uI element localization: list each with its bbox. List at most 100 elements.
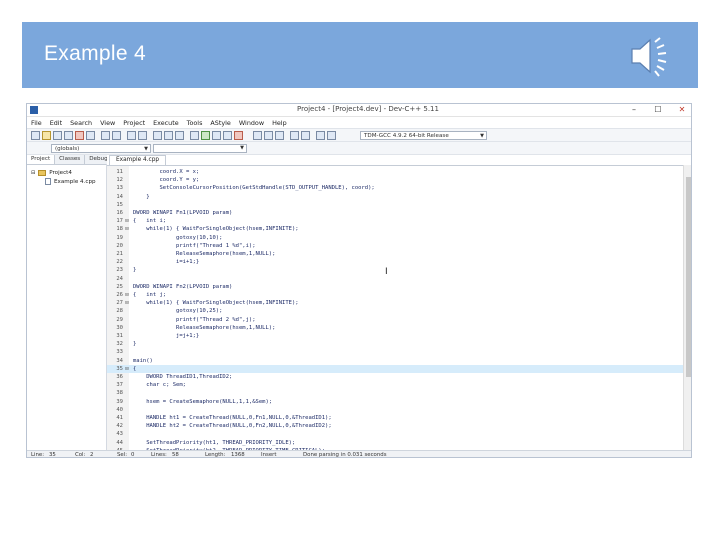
code-line[interactable]: 36 DWORD ThreadID1,ThreadID2;	[107, 373, 683, 381]
editor-tab[interactable]: Example 4.cpp	[109, 155, 167, 165]
function-select[interactable]: ▼	[153, 144, 247, 153]
line-number: 38	[116, 390, 123, 397]
menu-edit[interactable]: Edit	[50, 119, 62, 127]
menu-file[interactable]: File	[31, 119, 42, 127]
code-line[interactable]: 44 SetThreadPriority(ht1, THREAD_PRIORIT…	[107, 439, 683, 447]
code-line[interactable]: 24	[107, 275, 683, 283]
fold-toggle-icon[interactable]: ⊟	[124, 225, 130, 233]
collapse-icon[interactable]: ⊟	[31, 170, 35, 176]
menu-search[interactable]: Search	[70, 119, 92, 127]
chevron-down-icon: ▼	[240, 145, 244, 151]
tab-project[interactable]: Project	[27, 155, 56, 164]
code-line[interactable]: 18 ⊟ while(1) { WaitForSingleObject(hsem,…	[107, 225, 683, 233]
line-number: 22	[116, 259, 123, 266]
open-file-icon[interactable]	[42, 131, 51, 140]
maximize-button[interactable]: ☐	[653, 105, 663, 114]
code-line[interactable]: 30 ReleaseSemaphore(hsem,1,NULL);	[107, 324, 683, 332]
status-lines-value: 58	[172, 452, 179, 458]
code-line[interactable]: 17 ⊟{ int i;	[107, 217, 683, 225]
code-line[interactable]: 40	[107, 406, 683, 414]
menu-view[interactable]: View	[100, 119, 115, 127]
menu-window[interactable]: Window	[239, 119, 264, 127]
code-line[interactable]: 27 ⊟ while(1) { WaitForSingleObject(hsem,…	[107, 299, 683, 307]
code-line[interactable]: 21 ReleaseSemaphore(hsem,1,NULL);	[107, 250, 683, 258]
code-line[interactable]: 43	[107, 430, 683, 438]
code-line[interactable]: 42 HANDLE ht2 = CreateThread(NULL,0,Fn2,…	[107, 422, 683, 430]
bookmark-icon[interactable]	[175, 131, 184, 140]
code-line[interactable]: 20 printf("Thread 1 %d",i);	[107, 242, 683, 250]
undo-icon[interactable]	[101, 131, 110, 140]
rebuild-icon[interactable]	[223, 131, 232, 140]
code-line[interactable]: 28 gotoxy(10,25);	[107, 307, 683, 315]
menu-tools[interactable]: Tools	[187, 119, 203, 127]
code-line[interactable]: 12 coord.Y = y;	[107, 176, 683, 184]
menu-astyle[interactable]: AStyle	[210, 119, 230, 127]
menu-execute[interactable]: Execute	[153, 119, 179, 127]
fold-toggle-icon[interactable]: ⊟	[124, 365, 130, 373]
help-icon[interactable]	[327, 131, 336, 140]
fold-toggle-icon[interactable]: ⊟	[124, 217, 130, 225]
code-line[interactable]: 14 }	[107, 193, 683, 201]
compile-icon[interactable]	[190, 131, 199, 140]
code-line[interactable]: 22 i=i+1;}	[107, 258, 683, 266]
compiler-select[interactable]: TDM-GCC 4.9.2 64-bit Release ▼	[360, 131, 487, 140]
compile-run-icon[interactable]	[212, 131, 221, 140]
new-project-icon[interactable]	[253, 131, 262, 140]
fold-toggle-icon[interactable]: ⊟	[124, 299, 130, 307]
new-file-icon[interactable]	[31, 131, 40, 140]
code-line[interactable]: 29 printf("Thread 2 %d",j);	[107, 316, 683, 324]
class-icon[interactable]	[264, 131, 273, 140]
save-icon[interactable]	[53, 131, 62, 140]
code-line[interactable]: 38	[107, 389, 683, 397]
scope-select[interactable]: (globals) ▼	[51, 144, 151, 153]
menu-project[interactable]: Project	[123, 119, 145, 127]
tab-classes[interactable]: Classes	[55, 155, 86, 164]
speaker-icon[interactable]	[626, 33, 674, 79]
code-line[interactable]: 11 coord.X = x;	[107, 168, 683, 176]
code-line[interactable]: 25 DWORD WINAPI Fn2(LPVOID param)	[107, 283, 683, 291]
code-line[interactable]: 23}	[107, 266, 683, 274]
code-line[interactable]: 32}	[107, 340, 683, 348]
code-text: DWORD WINAPI Fn2(LPVOID param)	[133, 283, 233, 290]
project-options-icon[interactable]	[275, 131, 284, 140]
about-icon[interactable]	[316, 131, 325, 140]
code-line[interactable]: 39 hsem = CreateSemaphore(NULL,1,1,&Sem)…	[107, 398, 683, 406]
code-line[interactable]: 19 gotoxy(10,10);	[107, 234, 683, 242]
close-button[interactable]: ✕	[677, 105, 687, 114]
line-number: 41	[116, 415, 123, 421]
code-line[interactable]: 13 SetConsoleCursorPosition(GetStdHandle…	[107, 184, 683, 192]
code-text: {	[133, 365, 137, 372]
indent-icon[interactable]	[153, 131, 162, 140]
code-line[interactable]: 34 main()	[107, 357, 683, 365]
main-toolbar: TDM-GCC 4.9.2 64-bit Release ▼	[27, 128, 691, 142]
tree-item-project[interactable]: ⊟ Project4	[31, 168, 102, 177]
run-icon[interactable]	[201, 131, 210, 140]
file-icon	[45, 178, 51, 185]
code-line[interactable]: 26 ⊟{ int j;	[107, 291, 683, 299]
code-area[interactable]: 11 coord.X = x; 12 coord.Y = y; 13 SetCons…	[107, 165, 683, 450]
code-line[interactable]: 15	[107, 201, 683, 209]
code-line[interactable]: 16 DWORD WINAPI Fn1(LPVOID param)	[107, 209, 683, 217]
replace-icon[interactable]	[138, 131, 147, 140]
line-number: 34	[116, 357, 123, 364]
code-line[interactable]: 33	[107, 348, 683, 356]
fold-toggle-icon[interactable]: ⊟	[124, 291, 130, 299]
menu-help[interactable]: Help	[272, 119, 287, 127]
remove-file-icon[interactable]	[301, 131, 310, 140]
add-file-icon[interactable]	[290, 131, 299, 140]
redo-icon[interactable]	[112, 131, 121, 140]
find-icon[interactable]	[127, 131, 136, 140]
close-file-icon[interactable]	[75, 131, 84, 140]
vertical-scrollbar[interactable]	[683, 165, 691, 450]
save-all-icon[interactable]	[64, 131, 73, 140]
print-icon[interactable]	[86, 131, 95, 140]
tree-item-file[interactable]: Example 4.cpp	[31, 177, 102, 186]
debug-icon[interactable]	[234, 131, 243, 140]
code-line[interactable]: 35 ⊟{	[107, 364, 683, 373]
code-line[interactable]: 31 j=j+1;}	[107, 332, 683, 340]
scrollbar-thumb[interactable]	[686, 177, 691, 377]
unindent-icon[interactable]	[164, 131, 173, 140]
code-line[interactable]: 41 HANDLE ht1 = CreateThread(NULL,0,Fn1,…	[107, 414, 683, 422]
minimize-button[interactable]: –	[629, 105, 639, 114]
code-line[interactable]: 37 char c; Sem;	[107, 381, 683, 389]
